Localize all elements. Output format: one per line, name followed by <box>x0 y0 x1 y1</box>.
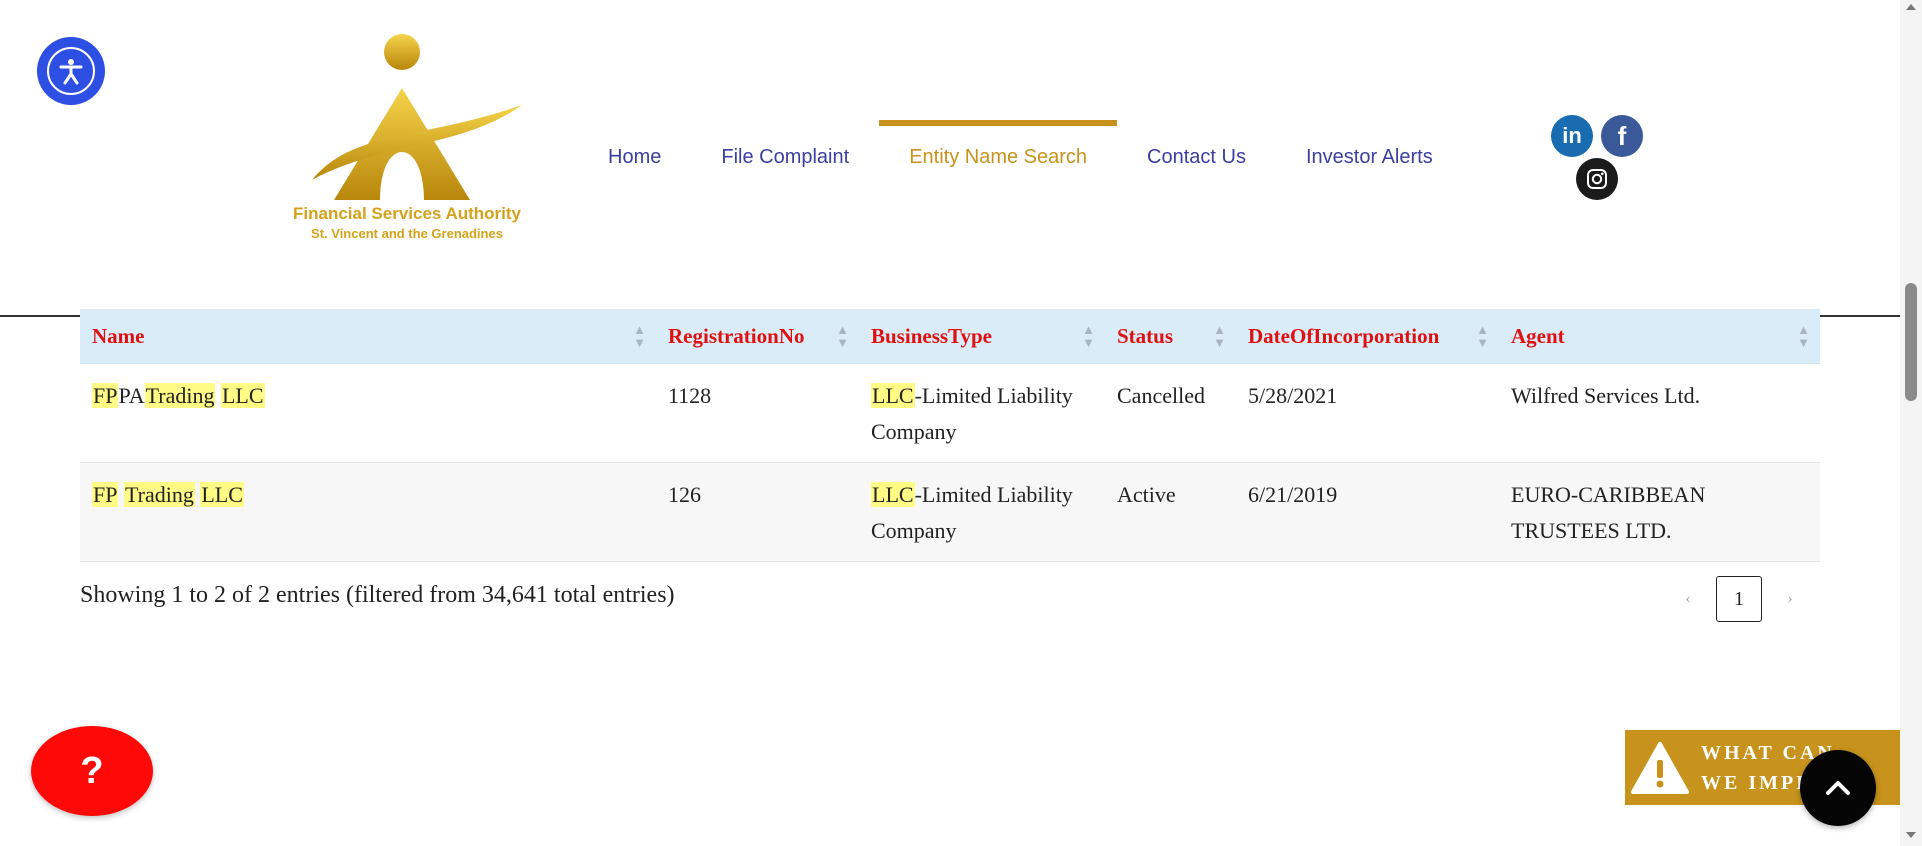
column-header-registration-no[interactable]: RegistrationNo ▲ ▼ <box>656 309 859 364</box>
cell-registration-no: 1128 <box>656 363 859 463</box>
accessibility-icon <box>47 47 95 95</box>
table-info-text: Showing 1 to 2 of 2 entries (filtered fr… <box>80 582 675 608</box>
pagination-prev-button[interactable]: ‹ <box>1660 590 1716 608</box>
cell-agent: Wilfred Services Ltd. <box>1499 363 1820 463</box>
pagination-page-1[interactable]: 1 <box>1716 576 1762 622</box>
sort-icon: ▲ ▼ <box>1082 322 1095 350</box>
cell-name: FPPATrading LLC <box>80 363 656 463</box>
linkedin-glyph: in <box>1562 123 1582 148</box>
sort-icon: ▲ ▼ <box>1476 322 1489 350</box>
instagram-icon[interactable] <box>1576 158 1618 200</box>
main-nav: Home File Complaint Entity Name Search C… <box>578 120 1463 190</box>
facebook-glyph: f <box>1617 120 1627 151</box>
cell-business-type: LLC-Limited Liability Company <box>859 462 1105 562</box>
warning-icon <box>1631 741 1689 794</box>
facebook-icon[interactable]: f <box>1601 115 1643 157</box>
cell-status: Active <box>1105 462 1236 562</box>
site-header: Financial Services Authority St. Vincent… <box>0 0 1900 316</box>
pagination: ‹ 1 › <box>1660 574 1818 624</box>
cell-status: Cancelled <box>1105 363 1236 463</box>
sort-icon: ▲ ▼ <box>633 322 646 350</box>
fsa-logo[interactable]: Financial Services Authority St. Vincent… <box>272 30 542 245</box>
cell-business-type: LLC-Limited Liability Company <box>859 363 1105 463</box>
cell-registration-no: 126 <box>656 462 859 562</box>
logo-subtitle: St. Vincent and the Grenadines <box>311 226 503 241</box>
scroll-to-top-button[interactable] <box>1800 750 1876 826</box>
table-row[interactable]: FP Trading LLC 126 LLC-Limited Liability… <box>80 462 1820 562</box>
nav-contact-us[interactable]: Contact Us <box>1117 120 1276 190</box>
column-header-name[interactable]: Name ▲ ▼ <box>80 309 656 364</box>
logo-title: Financial Services Authority <box>293 204 521 223</box>
cell-agent: EURO-CARIBBEAN TRUSTEES LTD. <box>1499 462 1820 562</box>
scroll-up-arrow-icon[interactable] <box>1906 4 1916 10</box>
nav-home[interactable]: Home <box>578 120 691 190</box>
column-header-date-of-incorporation[interactable]: DateOfIncorporation ▲ ▼ <box>1236 309 1499 364</box>
nav-entity-name-search[interactable]: Entity Name Search <box>879 120 1117 190</box>
scroll-down-arrow-icon[interactable] <box>1906 832 1916 838</box>
table-header-row: Name ▲ ▼ RegistrationNo ▲ ▼ BusinessType ▲ ▼ S… <box>80 309 1820 364</box>
nav-file-complaint[interactable]: File Complaint <box>691 120 879 190</box>
page-scrollbar[interactable] <box>1900 0 1922 846</box>
sort-icon: ▲ ▼ <box>836 322 849 350</box>
help-button[interactable]: ? <box>31 726 153 816</box>
column-header-status[interactable]: Status ▲ ▼ <box>1105 309 1236 364</box>
sort-icon: ▲ ▼ <box>1797 322 1810 350</box>
cell-date-of-incorporation: 5/28/2021 <box>1236 363 1499 463</box>
pagination-next-button[interactable]: › <box>1762 590 1818 608</box>
column-header-agent[interactable]: Agent ▲ ▼ <box>1499 309 1820 364</box>
entity-results-table: Name ▲ ▼ RegistrationNo ▲ ▼ BusinessType ▲ ▼ S… <box>80 309 1820 562</box>
accessibility-button[interactable] <box>37 37 105 105</box>
nav-investor-alerts[interactable]: Investor Alerts <box>1276 120 1463 190</box>
chevron-up-icon <box>1826 781 1850 795</box>
logo-emblem-icon <box>312 34 522 200</box>
scrollbar-thumb[interactable] <box>1905 283 1917 401</box>
cell-name: FP Trading LLC <box>80 462 656 562</box>
column-header-business-type[interactable]: BusinessType ▲ ▼ <box>859 309 1105 364</box>
cell-date-of-incorporation: 6/21/2019 <box>1236 462 1499 562</box>
linkedin-icon[interactable]: in <box>1551 115 1593 157</box>
sort-icon: ▲ ▼ <box>1213 322 1226 350</box>
table-row[interactable]: FPPATrading LLC 1128 LLC-Limited Liabili… <box>80 363 1820 463</box>
